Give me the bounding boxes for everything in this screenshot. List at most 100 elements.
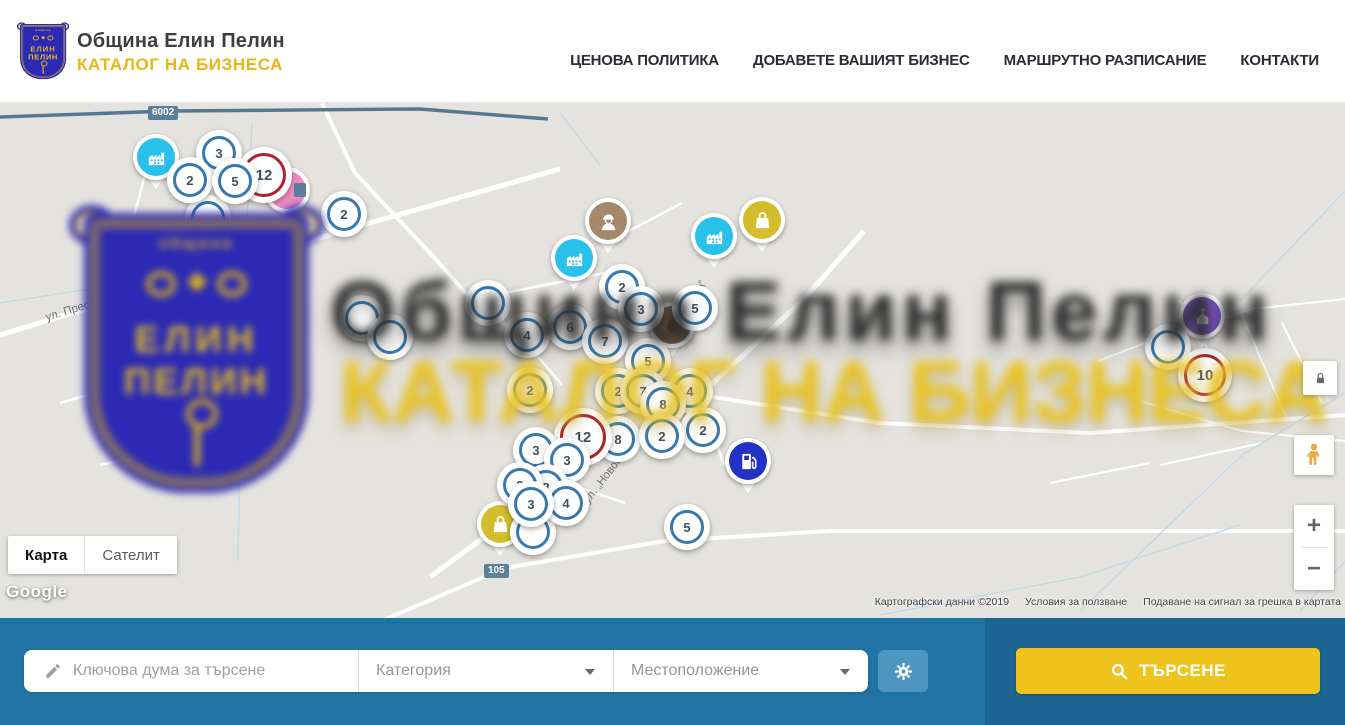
cluster-count: 4 — [686, 384, 693, 399]
nav-add-your-business[interactable]: ДОБАВЕТЕ ВАШИЯТ БИЗНЕС — [753, 52, 970, 69]
location-select-label: Местоположение — [631, 662, 759, 680]
cluster-marker[interactable]: 5 — [212, 158, 258, 204]
cluster-count: 2 — [186, 173, 193, 188]
nav-pricing-policy[interactable]: ЦЕНОВА ПОЛИТИКА — [570, 52, 719, 69]
zoom-out-button[interactable]: − — [1294, 548, 1334, 590]
search-icon — [1110, 662, 1129, 681]
cluster-marker[interactable]: 3 — [618, 286, 664, 332]
search-bar: Категория Местоположение — [0, 618, 1345, 725]
cluster-marker[interactable] — [367, 314, 413, 360]
factory-icon — [555, 239, 593, 277]
category-select[interactable]: Категория — [359, 650, 613, 692]
road-label: 105 — [484, 564, 509, 578]
cluster-count: 7 — [601, 334, 608, 349]
markers-layer: 325122235647522748128223338345106002105 — [0, 103, 1345, 618]
location-select[interactable]: Местоположение — [614, 650, 868, 692]
settings-button[interactable] — [878, 650, 928, 692]
church-icon — [1183, 297, 1221, 335]
crest-tail-ornament — [42, 65, 43, 74]
map-attribution: Картографски данни ©2019 Условия за полз… — [875, 596, 1341, 608]
pencil-icon — [44, 662, 62, 680]
cluster-marker[interactable] — [465, 280, 511, 326]
gear-icon — [893, 661, 914, 682]
cluster-count: 5 — [691, 301, 698, 316]
cluster-marker[interactable]: 10 — [1178, 348, 1232, 402]
site-subtitle: КАТАЛОГ НА БИЗНЕСА — [77, 55, 285, 75]
cluster-count: 10 — [1197, 367, 1214, 384]
lock-button[interactable] — [1303, 361, 1337, 395]
keyword-field — [24, 650, 358, 692]
cluster-count: 6 — [566, 320, 573, 335]
cluster-count: 2 — [699, 423, 706, 438]
map[interactable]: ул. Преславбул. „Новоселци“ 325122235647… — [0, 103, 1345, 618]
cluster-marker[interactable]: 2 — [680, 407, 726, 453]
cluster-count: 2 — [658, 429, 665, 444]
fuel-icon — [729, 442, 767, 480]
fuel-pin-marker[interactable] — [725, 438, 771, 484]
lock-icon — [1312, 370, 1329, 387]
map-type-map-button[interactable]: Карта — [8, 536, 84, 574]
nav-contacts[interactable]: КОНТАКТИ — [1240, 52, 1319, 69]
street-view-pegman-button[interactable] — [1294, 435, 1334, 475]
cluster-count: 3 — [215, 146, 222, 161]
cluster-marker[interactable]: 2 — [321, 191, 367, 237]
crest-name-line1: ЕЛИН — [20, 45, 66, 53]
factory-icon — [695, 217, 733, 255]
cluster-marker[interactable]: 3 — [508, 481, 554, 527]
site-title: Община Елин Пелин — [77, 30, 285, 53]
keyword-input[interactable] — [73, 650, 358, 692]
zoom-in-button[interactable]: + — [1294, 505, 1334, 547]
chevron-down-icon — [585, 669, 595, 675]
category-select-label: Категория — [376, 662, 451, 680]
terms-of-use-link[interactable]: Условия за ползване — [1025, 596, 1127, 608]
pegman-icon — [1301, 442, 1327, 468]
bag-icon — [743, 201, 781, 239]
chevron-down-icon — [840, 669, 850, 675]
cluster-count: 8 — [614, 432, 621, 447]
cluster-marker[interactable]: 5 — [672, 285, 718, 331]
cluster-marker[interactable]: 2 — [507, 367, 553, 413]
nav-route-schedule[interactable]: МАРШРУТНО РАЗПИСАНИЕ — [1004, 52, 1207, 69]
cluster-count: 3 — [532, 443, 539, 458]
map-copyright: Картографски данни ©2019 — [875, 596, 1009, 608]
factory-pin-marker[interactable] — [691, 213, 737, 259]
cluster-count: 4 — [523, 328, 530, 343]
cluster-count: 2 — [526, 383, 533, 398]
cluster-count: 5 — [644, 354, 651, 369]
logo-text: Община Елин Пелин КАТАЛОГ НА БИЗНЕСА — [77, 30, 285, 75]
factory-pin-marker[interactable] — [551, 235, 597, 281]
cluster-count: 3 — [527, 497, 534, 512]
header: община ЕЛИН ПЕЛИН Община Елин Пелин КАТА… — [0, 0, 1345, 103]
search-button[interactable]: ТЪРСЕНЕ — [1016, 648, 1320, 694]
map-type-control: Карта Сателит — [8, 536, 177, 574]
page: община ЕЛИН ПЕЛИН Община Елин Пелин КАТА… — [0, 0, 1345, 725]
cluster-count: 5 — [231, 174, 238, 189]
crest-ornament — [20, 33, 66, 43]
cluster-marker[interactable]: 4 — [504, 312, 550, 358]
road-label — [294, 183, 306, 197]
cluster-marker[interactable]: 5 — [664, 504, 710, 550]
search-panel: Категория Местоположение — [24, 650, 868, 692]
cluster-marker[interactable]: 7 — [582, 318, 628, 364]
search-button-label: ТЪРСЕНЕ — [1139, 661, 1226, 681]
cluster-count: 4 — [562, 496, 569, 511]
report-map-error-link[interactable]: Подаване на сигнал за грешка в картата — [1143, 596, 1341, 608]
municipality-crest: община ЕЛИН ПЕЛИН — [20, 24, 66, 79]
google-logo[interactable]: Google — [6, 582, 68, 602]
crest-word-obshtina: община — [20, 28, 66, 31]
cluster-marker[interactable]: 2 — [639, 413, 685, 459]
cluster-count: 5 — [683, 520, 690, 535]
map-type-satellite-button[interactable]: Сателит — [84, 536, 177, 574]
main-nav: ЦЕНОВА ПОЛИТИКА ДОБАВЕТЕ ВАШИЯТ БИЗНЕС М… — [570, 52, 1319, 69]
site-logo[interactable]: община ЕЛИН ПЕЛИН Община Елин Пелин КАТА… — [20, 24, 285, 80]
cluster-count: 3 — [563, 453, 570, 468]
bag-pin-marker[interactable] — [739, 197, 785, 243]
crest-shield: община ЕЛИН ПЕЛИН — [20, 24, 66, 79]
road-label: 6002 — [148, 106, 178, 120]
cluster-marker[interactable]: 2 — [167, 157, 213, 203]
cluster-count: 12 — [256, 167, 273, 184]
municipality-crest-icon: община ЕЛИН ПЕЛИН — [20, 24, 67, 80]
cluster-count: 8 — [659, 397, 666, 412]
cluster-count: 3 — [637, 302, 644, 317]
zoom-control: + − — [1294, 505, 1334, 590]
